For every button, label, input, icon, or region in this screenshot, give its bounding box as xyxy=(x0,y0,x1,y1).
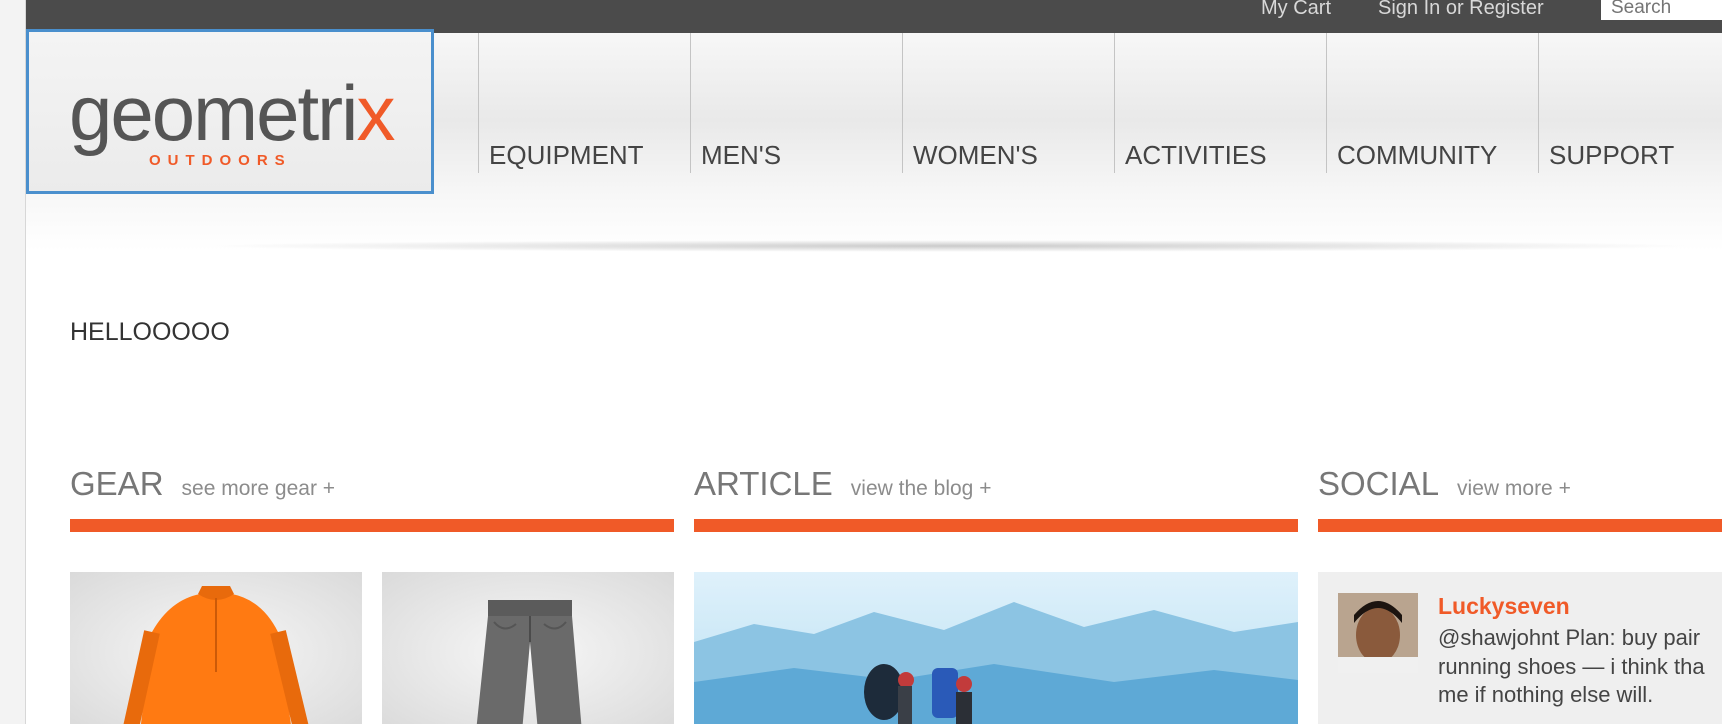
nav-item-community[interactable]: COMMUNITY xyxy=(1326,33,1538,173)
nav-item-mens[interactable]: MEN'S xyxy=(690,33,902,173)
social-post-card: Luckyseven @shawjohnt Plan: buy pair run… xyxy=(1318,572,1722,724)
article-divider xyxy=(694,519,1298,532)
nav-label: SUPPORT xyxy=(1549,140,1675,170)
social-title: SOCIAL xyxy=(1318,465,1440,502)
social-username-link[interactable]: Luckyseven xyxy=(1438,593,1570,620)
nav-item-womens[interactable]: WOMEN'S xyxy=(902,33,1114,173)
search-input[interactable] xyxy=(1601,0,1722,20)
social-divider xyxy=(1318,519,1722,532)
nav-label: ACTIVITIES xyxy=(1125,140,1267,170)
article-title: ARTICLE xyxy=(694,465,833,502)
gear-item-jacket[interactable] xyxy=(70,572,362,724)
avatar[interactable] xyxy=(1338,593,1418,673)
nav-item-equipment[interactable]: EQUIPMENT xyxy=(478,33,690,173)
logo-word-text: geometri xyxy=(69,69,358,157)
my-cart-link[interactable]: My Cart xyxy=(1261,0,1331,20)
article-section: ARTICLE view the blog + xyxy=(694,465,1298,532)
nav-item-support[interactable]: SUPPORT xyxy=(1538,33,1722,173)
article-hikers-image[interactable] xyxy=(694,572,1298,724)
social-section: SOCIAL view more + xyxy=(1318,465,1722,532)
nav-label: COMMUNITY xyxy=(1337,140,1498,170)
sign-in-register-link[interactable]: Sign In or Register xyxy=(1378,0,1544,20)
header-shadow xyxy=(200,240,1700,252)
page-heading: HELLOOOOO xyxy=(70,318,230,346)
browser-left-edge xyxy=(0,0,26,724)
orange-jacket-image xyxy=(123,586,309,724)
user-avatar-image xyxy=(1338,593,1418,673)
gear-section: GEAR see more gear + xyxy=(70,465,674,532)
logo[interactable]: geometrix OUTDOORS xyxy=(26,29,434,194)
gear-divider xyxy=(70,519,674,532)
main-nav: EQUIPMENT MEN'S WOMEN'S ACTIVITIES COMMU… xyxy=(478,33,1722,173)
view-blog-link[interactable]: view the blog + xyxy=(851,477,992,501)
grey-pants-image xyxy=(476,600,582,724)
nav-label: EQUIPMENT xyxy=(489,140,644,170)
nav-label: MEN'S xyxy=(701,140,782,170)
gear-title: GEAR xyxy=(70,465,164,502)
logo-subtitle: OUTDOORS xyxy=(149,152,292,169)
gear-item-pants[interactable] xyxy=(382,572,674,724)
view-more-social-link[interactable]: view more + xyxy=(1457,477,1571,501)
logo-wordmark: geometrix xyxy=(69,74,395,152)
mountain-hikers-image xyxy=(694,572,1298,724)
see-more-gear-link[interactable]: see more gear + xyxy=(182,477,336,501)
logo-x-mark: x xyxy=(356,69,395,157)
social-post-text: @shawjohnt Plan: buy pair running shoes … xyxy=(1438,625,1705,708)
nav-label: WOMEN'S xyxy=(913,140,1038,170)
nav-item-activities[interactable]: ACTIVITIES xyxy=(1114,33,1326,173)
